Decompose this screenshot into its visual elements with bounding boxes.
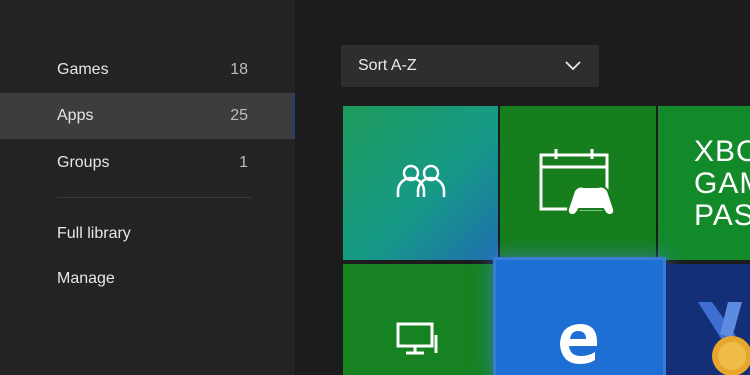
- library-sidebar: Games 18 Apps 25 Groups 1 Full library M…: [0, 0, 296, 375]
- app-tile-game-pass[interactable]: XBO GAM PAS: [658, 106, 750, 260]
- sidebar-item-apps[interactable]: Apps 25: [0, 93, 296, 139]
- sort-label: Sort A-Z: [358, 57, 417, 74]
- sidebar-item-count: 18: [230, 61, 248, 78]
- full-library-link[interactable]: Full library: [57, 225, 131, 243]
- sidebar-divider: [57, 197, 251, 198]
- sidebar-item-groups[interactable]: Groups 1: [0, 140, 292, 186]
- sidebar-item-label: Games: [57, 61, 109, 78]
- game-pass-logo-text: XBO GAM PAS: [694, 135, 750, 232]
- chevron-down-icon: [565, 61, 581, 71]
- app-tile-people[interactable]: [343, 106, 498, 260]
- panel-divider: [295, 0, 297, 375]
- sort-dropdown[interactable]: Sort A-Z: [341, 45, 599, 87]
- people-icon: [396, 164, 445, 197]
- app-tile-events[interactable]: [500, 106, 656, 260]
- sidebar-item-count: 25: [230, 107, 248, 124]
- sidebar-item-label: Apps: [57, 107, 94, 124]
- calendar-controller-icon: [539, 149, 616, 217]
- monitor-icon: [396, 322, 438, 355]
- edge-browser-icon: [559, 323, 597, 364]
- manage-link[interactable]: Manage: [57, 270, 115, 288]
- app-tile-edge[interactable]: [496, 260, 663, 375]
- sidebar-item-games[interactable]: Games 18: [0, 47, 292, 93]
- medal-icon: [698, 302, 750, 375]
- app-tile-display[interactable]: [343, 264, 493, 375]
- app-tile-achievements[interactable]: [666, 264, 750, 375]
- sidebar-item-count: 1: [239, 154, 248, 171]
- sidebar-item-label: Groups: [57, 154, 110, 171]
